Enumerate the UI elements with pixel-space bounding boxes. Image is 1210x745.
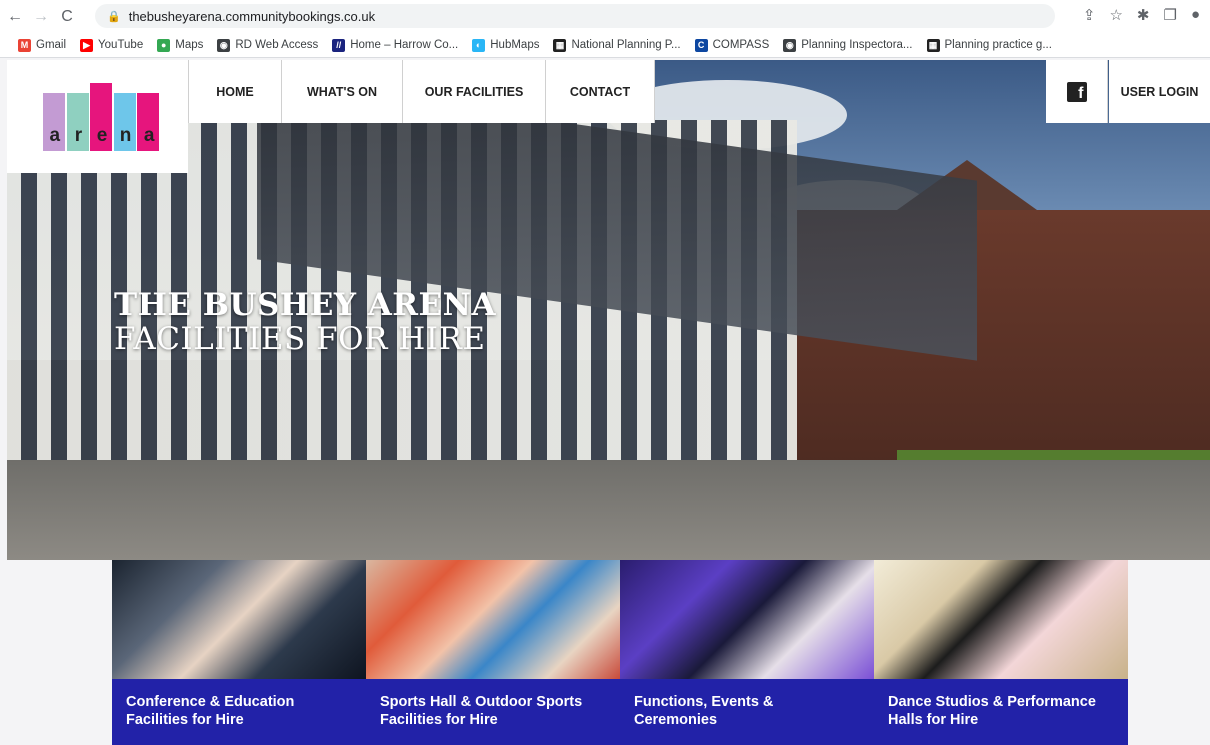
logo-letters: arena [43, 125, 161, 147]
hero-title-line1: THE BUSHEY ARENA [114, 287, 497, 323]
bookmark-item[interactable]: M Gmail [18, 38, 67, 52]
profile-icon[interactable]: ● [1191, 6, 1200, 24]
card-caption: Dance Studios & Performance Halls for Hi… [874, 679, 1128, 745]
card-caption-line1: Dance Studios & Performance [888, 694, 1096, 710]
bookmark-item[interactable]: // Home – Harrow Co... [332, 38, 459, 52]
card-caption-line2: Ceremonies [634, 712, 718, 728]
bookmark-label: RD Web Access [235, 39, 319, 51]
hero-title-line2: FACILITIES FOR HIRE [114, 321, 486, 357]
nav-our-facilities[interactable]: OUR FACILITIES [402, 60, 545, 123]
bookmark-label: Gmail [36, 39, 67, 51]
hero-title: THE BUSHEY ARENA FACILITIES FOR HIRE [114, 288, 496, 356]
card-caption-line2: Halls for Hire [888, 712, 979, 728]
functions-image [620, 560, 874, 679]
card-caption-line2: Facilities for Hire [126, 712, 244, 728]
extensions-icon[interactable]: ✱ [1137, 6, 1150, 24]
back-icon[interactable]: ← [4, 6, 26, 28]
forward-icon[interactable]: → [30, 6, 52, 28]
nav-whats-on[interactable]: WHAT'S ON [281, 60, 402, 123]
nav-contact[interactable]: CONTACT [545, 60, 655, 123]
gmail-icon: M [18, 38, 31, 52]
logo-letter: r [74, 125, 83, 146]
bookmark-label: COMPASS [712, 39, 770, 51]
gov-icon: ▦ [553, 38, 567, 52]
lock-icon: 🔒 [107, 10, 121, 23]
bookmark-label: Home – Harrow Co... [350, 39, 459, 51]
star-icon[interactable]: ☆ [1109, 6, 1122, 24]
bookmark-item[interactable]: ◐ HubMaps [472, 38, 540, 52]
bookmark-label: HubMaps [490, 39, 540, 51]
logo-letter: a [49, 125, 61, 146]
card-caption-line1: Conference & Education [126, 694, 295, 710]
hubmaps-icon: ◐ [472, 38, 486, 52]
card-caption-line2: Facilities for Hire [380, 712, 498, 728]
browser-actions: ⇪ ☆ ✱ ❐ ● [1083, 6, 1200, 24]
bookmark-label: YouTube [98, 39, 144, 51]
harrow-icon: // [332, 38, 346, 52]
bookmark-label: Planning Inspectora... [801, 39, 913, 51]
facility-cards: Conference & Education Facilities for Hi… [112, 560, 1128, 745]
facebook-link[interactable]: f [1046, 60, 1108, 123]
sports-image [366, 560, 620, 679]
globe-icon: ◉ [217, 38, 231, 52]
bookmark-label: Maps [175, 39, 204, 51]
bookmark-label: Planning practice g... [944, 39, 1052, 51]
share-icon[interactable]: ⇪ [1083, 6, 1096, 24]
facebook-icon: f [1066, 81, 1087, 102]
card-conference[interactable]: Conference & Education Facilities for Hi… [112, 560, 366, 745]
bookmarks-bar: M Gmail ▶ YouTube ● Maps ◉ RD Web Access // Home … [0, 33, 1210, 58]
arena-logo: arena [43, 83, 161, 151]
nav-home[interactable]: HOME [188, 60, 281, 123]
reload-icon[interactable]: C [56, 6, 78, 28]
browser-toolbar: ← → C 🔒 thebusheyarena.communitybookings… [0, 0, 1210, 33]
main-navigation: HOME WHAT'S ON OUR FACILITIES CONTACT [188, 60, 655, 123]
card-caption: Sports Hall & Outdoor Sports Facilities … [366, 679, 620, 745]
user-login-button[interactable]: USER LOGIN [1109, 60, 1210, 123]
address-bar[interactable]: 🔒 thebusheyarena.communitybookings.co.uk [95, 4, 1055, 28]
url-text: thebusheyarena.communitybookings.co.uk [128, 8, 376, 24]
card-caption: Conference & Education Facilities for Hi… [112, 679, 366, 745]
logo-letter: n [119, 125, 132, 146]
card-dance-studios[interactable]: Dance Studios & Performance Halls for Hi… [874, 560, 1128, 745]
compass-icon: C [694, 38, 708, 52]
dance-image [874, 560, 1128, 679]
card-sports-hall[interactable]: Sports Hall & Outdoor Sports Facilities … [366, 560, 620, 745]
card-caption-line1: Functions, Events & [634, 694, 774, 710]
bookmark-item[interactable]: ● Maps [157, 38, 204, 52]
bookmark-label: National Planning P... [571, 39, 681, 51]
conference-image [112, 560, 366, 679]
logo-letter: e [96, 125, 108, 146]
card-functions[interactable]: Functions, Events & Ceremonies [620, 560, 874, 745]
maps-icon: ● [157, 38, 171, 52]
logo-letter: a [143, 125, 155, 146]
hero-ground [7, 460, 1210, 560]
bookmark-item[interactable]: ◉ Planning Inspectora... [783, 38, 913, 52]
gov-icon: ▦ [926, 38, 940, 52]
bookmark-item[interactable]: ▦ Planning practice g... [926, 38, 1052, 52]
site-logo[interactable]: arena [7, 60, 188, 173]
split-view-icon[interactable]: ❐ [1163, 6, 1176, 24]
youtube-icon: ▶ [80, 38, 94, 52]
card-caption: Functions, Events & Ceremonies [620, 679, 874, 745]
bookmark-item[interactable]: ◉ RD Web Access [217, 38, 319, 52]
bookmark-item[interactable]: ▦ National Planning P... [553, 38, 681, 52]
globe-icon: ◉ [783, 38, 797, 52]
card-caption-line1: Sports Hall & Outdoor Sports [380, 694, 583, 710]
bookmark-item[interactable]: ▶ YouTube [80, 38, 144, 52]
bookmark-item[interactable]: C COMPASS [694, 38, 770, 52]
